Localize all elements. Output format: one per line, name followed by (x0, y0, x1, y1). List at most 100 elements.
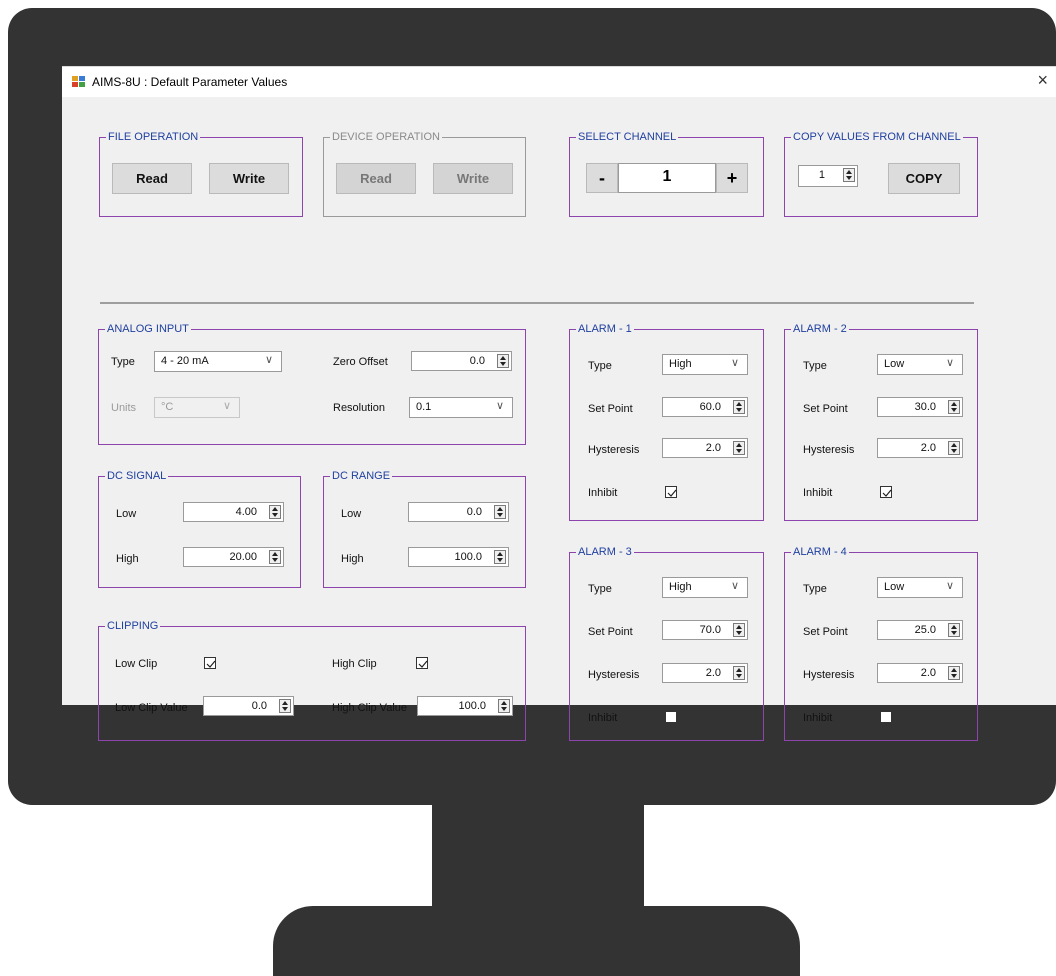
device-write-button[interactable]: Write (433, 163, 513, 194)
inhibit-label: Inhibit (588, 712, 618, 724)
resolution-value: 0.1 (416, 401, 432, 413)
alarm-3-title: ALARM - 3 (576, 545, 634, 559)
resolution-select[interactable]: 0.1 ∨ (409, 397, 513, 418)
app-icon (72, 76, 85, 87)
hysteresis-label: Hysteresis (803, 669, 855, 681)
low-clip-checkbox[interactable] (204, 657, 216, 669)
high-clip-checkbox[interactable] (416, 657, 428, 669)
stepper-arrows-icon[interactable] (733, 666, 745, 680)
dc-range-low-value: 0.0 (466, 506, 482, 518)
high-clip-value-stepper[interactable]: 100.0 (417, 696, 513, 716)
chevron-down-icon: ∨ (945, 357, 954, 369)
alarm-2-type-value: Low (884, 358, 905, 370)
copy-channel-value: 1 (818, 169, 825, 181)
device-operation-title: DEVICE OPERATION (330, 130, 442, 144)
units-select[interactable]: °C ∨ (154, 397, 240, 418)
chevron-down-icon: ∨ (730, 580, 739, 592)
dc-range-high-label: High (341, 553, 364, 565)
stepper-arrows-icon[interactable] (733, 400, 745, 414)
dc-range-low-label: Low (341, 508, 362, 520)
stepper-arrows-icon[interactable] (494, 550, 506, 564)
dc-signal-high-stepper[interactable]: 20.00 (183, 547, 284, 567)
file-read-button[interactable]: Read (112, 163, 192, 194)
section-divider (100, 302, 974, 304)
alarm-3-inhibit-checkbox[interactable] (665, 711, 677, 723)
alarm-4-type-select[interactable]: Low ∨ (877, 577, 963, 598)
stepper-arrows-icon[interactable] (494, 505, 506, 519)
channel-decrement-button[interactable]: - (586, 163, 618, 193)
device-read-button[interactable]: Read (336, 163, 416, 194)
alarm-2-hysteresis-stepper[interactable]: 2.0 (877, 438, 963, 458)
alarm-4-hysteresis-stepper[interactable]: 2.0 (877, 663, 963, 683)
alarm-3-set-point: 70.0 (699, 624, 721, 636)
low-clip-label: Low Clip (115, 658, 158, 670)
chevron-down-icon: ∨ (264, 354, 273, 366)
stepper-arrows-icon[interactable] (269, 550, 281, 564)
dc-signal-title: DC SIGNAL (105, 469, 169, 483)
alarm-3-set-point-stepper[interactable]: 70.0 (662, 620, 748, 640)
stepper-arrows-icon[interactable] (497, 354, 509, 368)
inhibit-label: Inhibit (803, 712, 833, 724)
alarm-4-inhibit-checkbox[interactable] (880, 711, 892, 723)
alarm-2-set-point-stepper[interactable]: 30.0 (877, 397, 963, 417)
alarm-3-hysteresis-stepper[interactable]: 2.0 (662, 663, 748, 683)
dc-signal-high-label: High (116, 553, 139, 565)
alarm-type-label: Type (803, 583, 827, 595)
alarm-type-label: Type (588, 360, 612, 372)
high-clip-value-label: High Clip Value (332, 702, 408, 714)
units-value: °C (161, 401, 174, 413)
alarm-4-set-point-stepper[interactable]: 25.0 (877, 620, 963, 640)
alarm-2-set-point: 30.0 (914, 401, 936, 413)
low-clip-value-stepper[interactable]: 0.0 (203, 696, 294, 716)
copy-button[interactable]: COPY (888, 163, 960, 194)
chevron-down-icon: ∨ (222, 400, 231, 412)
set-point-label: Set Point (588, 403, 633, 415)
stepper-arrows-icon[interactable] (948, 623, 960, 637)
stepper-arrows-icon[interactable] (948, 441, 960, 455)
alarm-2-type-select[interactable]: Low ∨ (877, 354, 963, 375)
stepper-arrows-icon[interactable] (948, 400, 960, 414)
alarm-2-hysteresis: 2.0 (920, 442, 936, 454)
input-type-select[interactable]: 4 - 20 mA ∨ (154, 351, 282, 372)
alarm-1-inhibit-checkbox[interactable] (665, 486, 677, 498)
alarm-3-type-select[interactable]: High ∨ (662, 577, 748, 598)
alarm-1-set-point-stepper[interactable]: 60.0 (662, 397, 748, 417)
clipping-title: CLIPPING (105, 619, 161, 633)
copy-values-title: COPY VALUES FROM CHANNEL (791, 130, 963, 144)
channel-increment-button[interactable]: + (716, 163, 748, 193)
inhibit-label: Inhibit (588, 487, 618, 499)
stepper-arrows-icon[interactable] (279, 699, 291, 713)
close-icon[interactable]: × (1037, 70, 1048, 91)
alarm-2-group: ALARM - 2 Type Low ∨ Set Point 30.0 Hyst… (784, 322, 978, 521)
device-operation-group: DEVICE OPERATION Read Write (323, 130, 526, 217)
alarm-1-hysteresis-stepper[interactable]: 2.0 (662, 438, 748, 458)
alarm-3-group: ALARM - 3 Type High ∨ Set Point 70.0 Hys… (569, 545, 764, 741)
app-window: AIMS-8U : Default Parameter Values × FIL… (62, 66, 1056, 741)
channel-number-field[interactable]: 1 (618, 163, 716, 193)
stepper-arrows-icon[interactable] (733, 441, 745, 455)
alarm-1-type-select[interactable]: High ∨ (662, 354, 748, 375)
stepper-arrows-icon[interactable] (843, 168, 855, 182)
zero-offset-value: 0.0 (469, 355, 485, 367)
alarm-3-hysteresis: 2.0 (705, 667, 721, 679)
alarm-2-inhibit-checkbox[interactable] (880, 486, 892, 498)
alarm-1-title: ALARM - 1 (576, 322, 634, 336)
low-clip-value-label: Low Clip Value (115, 702, 188, 714)
file-operation-title: FILE OPERATION (106, 130, 201, 144)
stepper-arrows-icon[interactable] (498, 699, 510, 713)
stepper-arrows-icon[interactable] (733, 623, 745, 637)
file-write-button[interactable]: Write (209, 163, 289, 194)
analog-input-title: ANALOG INPUT (105, 322, 191, 336)
alarm-4-type-value: Low (884, 581, 905, 593)
hysteresis-label: Hysteresis (588, 444, 640, 456)
dc-range-high-stepper[interactable]: 100.0 (408, 547, 509, 567)
stepper-arrows-icon[interactable] (948, 666, 960, 680)
monitor-neck (432, 800, 644, 910)
zero-offset-stepper[interactable]: 0.0 (411, 351, 512, 371)
units-label: Units (111, 402, 137, 414)
copy-channel-stepper[interactable]: 1 (798, 165, 858, 187)
dc-range-low-stepper[interactable]: 0.0 (408, 502, 509, 522)
dc-signal-low-stepper[interactable]: 4.00 (183, 502, 284, 522)
alarm-4-title: ALARM - 4 (791, 545, 849, 559)
stepper-arrows-icon[interactable] (269, 505, 281, 519)
